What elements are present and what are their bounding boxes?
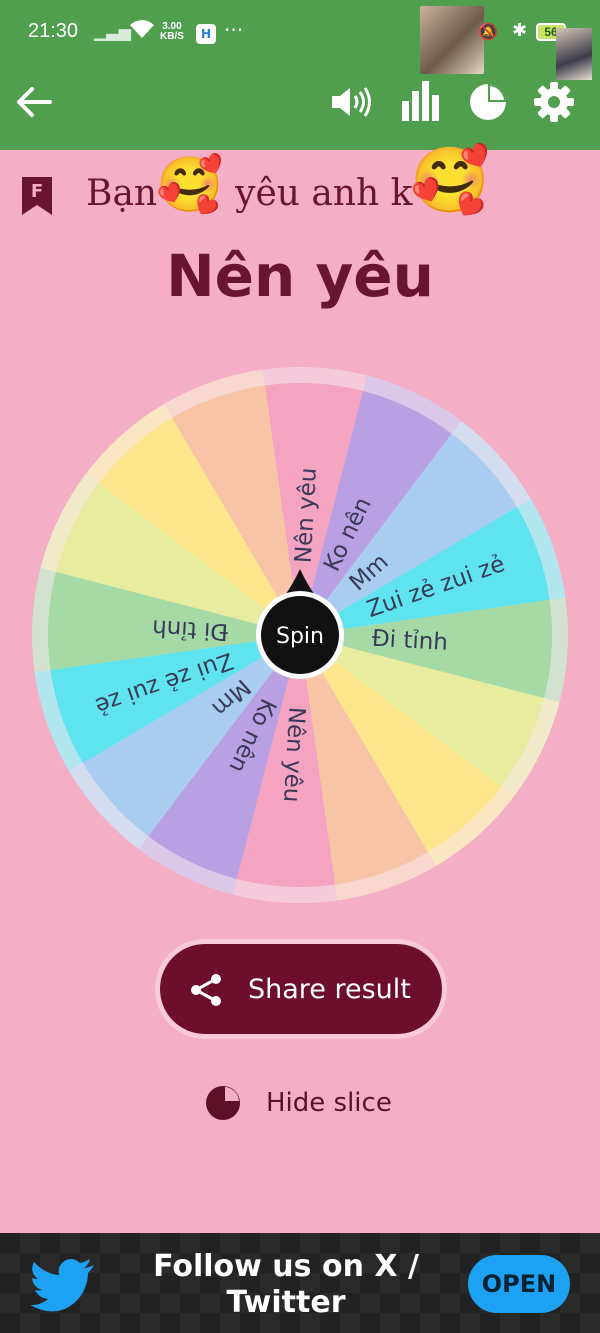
wifi-icon	[128, 18, 156, 44]
wheel-slice-label: Nên yêu	[291, 467, 322, 564]
spin-label: Spin	[276, 624, 324, 649]
stats-icon[interactable]	[396, 76, 444, 124]
bluetooth-icon: ✱	[512, 20, 528, 41]
question-part1: Bạn	[86, 173, 158, 214]
hide-slice-toggle[interactable]: Hide slice	[204, 1084, 424, 1124]
svg-text:F: F	[31, 181, 43, 202]
gear-icon[interactable]	[530, 78, 578, 126]
speed-unit: KB/S	[160, 31, 184, 42]
question-header: F Bạn yêu anh kn 🥰 🥰	[0, 144, 600, 225]
question-part2: yêu anh k	[235, 173, 413, 214]
wheel-svg[interactable]: Nên yêuKo nênMmZui zẻ zui zẻĐi tỉnhNên y…	[30, 365, 570, 905]
app-bar	[0, 66, 600, 150]
hide-slice-label: Hide slice	[266, 1088, 392, 1118]
pie-chart-icon[interactable]	[464, 78, 512, 126]
volume-icon[interactable]	[328, 78, 376, 126]
wheel-slice-label: Nên yêu	[278, 706, 309, 803]
share-result-label: Share result	[248, 974, 411, 1005]
result-text: Nên yêu	[166, 242, 434, 310]
smiling-hearts-emoji: 🥰	[156, 153, 224, 216]
wheel-slice-label: Đi tỉnh	[371, 626, 448, 656]
app-notification-icon: H	[196, 24, 216, 44]
signal-icon: ▁▃▅	[94, 22, 131, 41]
network-speed: 3.00 KB/S	[160, 22, 184, 42]
top-app-area: 21:30 ▁▃▅ 3.00 KB/S H ··· 🔕 ✱ 56	[0, 0, 600, 150]
status-bar: 21:30 ▁▃▅ 3.00 KB/S H ··· 🔕 ✱ 56	[0, 0, 600, 80]
smiling-hearts-emoji-large: 🥰	[410, 144, 490, 218]
banner-text: Follow us on X / Twitter	[153, 1249, 419, 1320]
back-arrow-icon[interactable]	[10, 78, 58, 126]
ad-banner[interactable]: Follow us on X / Twitter OPEN	[0, 1233, 600, 1333]
share-icon	[188, 972, 224, 1012]
wheel-slice-label: Đi tỉnh	[151, 614, 228, 644]
bookmark-f-icon[interactable]: F	[20, 175, 54, 221]
sticker-photo	[420, 6, 484, 74]
open-button[interactable]: OPEN	[468, 1255, 570, 1313]
status-time: 21:30	[28, 20, 79, 42]
spin-wheel[interactable]: Nên yêu Ko nên Mm Zui zẻ zui zẻ Đi tỉnh Nên y…	[30, 365, 570, 905]
mute-icon: 🔕	[478, 22, 498, 41]
share-result-button[interactable]: Share result	[160, 944, 442, 1034]
twitter-bird-icon	[30, 1259, 96, 1317]
pie-slice-icon	[204, 1084, 242, 1126]
more-notifications-icon: ···	[224, 18, 244, 42]
